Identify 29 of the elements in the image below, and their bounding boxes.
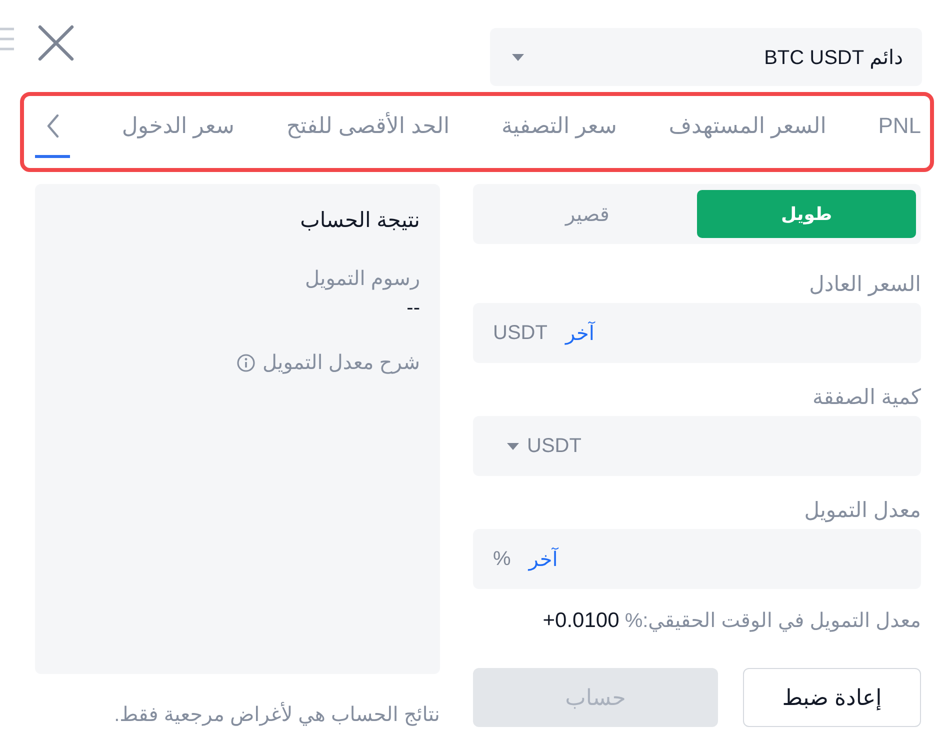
field-label: كمية الصفقة bbox=[811, 385, 921, 411]
unit-label: USDT bbox=[493, 322, 548, 344]
field-label: معدل التمويل bbox=[803, 498, 921, 524]
side-option[interactable]: قصير bbox=[478, 190, 697, 238]
reset-button[interactable]: إعادة ضبط bbox=[743, 668, 921, 727]
caret-icon bbox=[507, 442, 519, 450]
close-icon[interactable] bbox=[38, 25, 74, 61]
input-field[interactable]: آخر % bbox=[473, 529, 921, 589]
field-label: السعر العادل bbox=[808, 272, 921, 298]
tab[interactable]: الحد الأقصى للفتح bbox=[286, 96, 450, 158]
disclaimer-text: نتائج الحساب هي لأغراض مرجعية فقط. bbox=[35, 702, 440, 728]
tab[interactable]: سعر التصفية bbox=[502, 96, 617, 158]
input-field[interactable]: USDT bbox=[473, 416, 921, 476]
tab[interactable]: سعر الدخول bbox=[122, 96, 234, 158]
last-price-link[interactable]: آخر bbox=[565, 320, 594, 346]
tab[interactable]: السعر المستهدف bbox=[668, 96, 826, 158]
contract-select[interactable]: دائم BTC USDT bbox=[490, 28, 922, 86]
caret-icon bbox=[512, 54, 524, 60]
tab[interactable]: PNL bbox=[878, 96, 921, 158]
funding-rate-explain-link[interactable]: شرح معدل التمويل bbox=[236, 350, 420, 376]
unit-select[interactable]: USDT bbox=[507, 434, 582, 458]
result-label: رسوم التمويل bbox=[305, 267, 420, 292]
result-title: نتيجة الحساب bbox=[300, 208, 420, 234]
result-value: -- bbox=[406, 297, 420, 319]
info-icon bbox=[236, 354, 254, 372]
side-option[interactable]: طويل bbox=[697, 190, 916, 238]
unit-label: % bbox=[493, 548, 511, 570]
chevron-left-icon bbox=[46, 114, 58, 138]
last-price-link[interactable]: آخر bbox=[528, 546, 558, 572]
